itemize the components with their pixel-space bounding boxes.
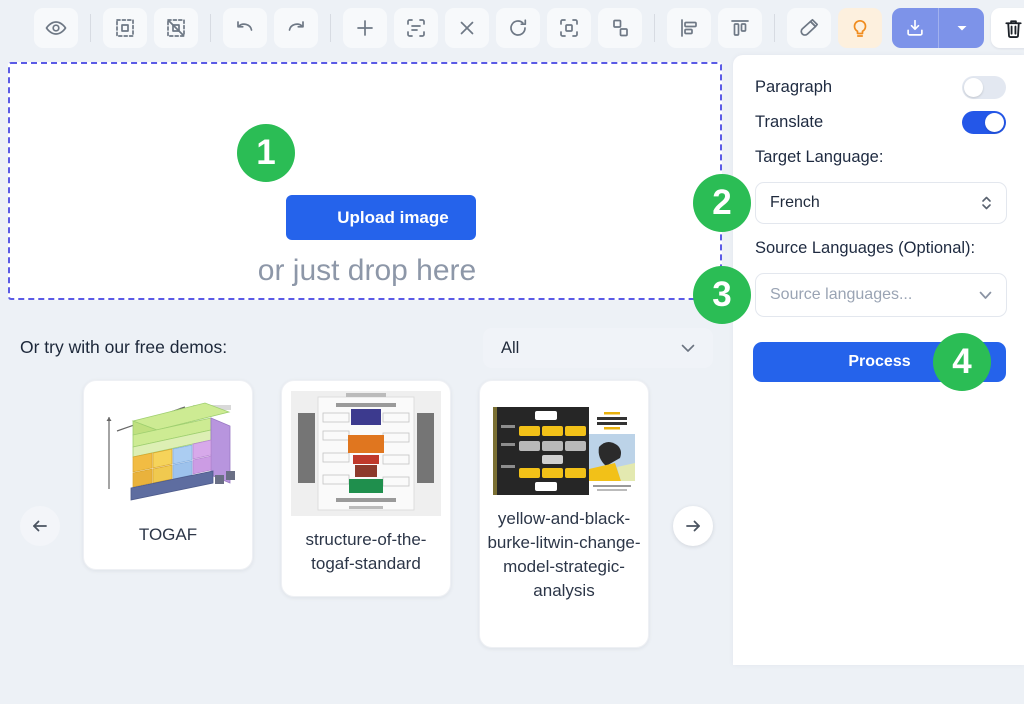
carousel-next-button[interactable] [673,506,713,546]
marquee-deselect-icon [164,16,188,40]
source-languages-label: Source Languages (Optional): [755,239,975,258]
source-languages-row: Source Languages (Optional): [755,237,1006,259]
chevron-down-icon [681,344,695,353]
remove-button[interactable] [445,8,489,48]
align-left-button[interactable] [667,8,711,48]
toolbar-divider [774,14,775,42]
demo-card-label: TOGAF [91,523,245,547]
target-language-value: French [770,194,820,212]
redo-icon [284,16,308,40]
refresh-icon [506,16,530,40]
sort-chevrons-icon [981,195,992,211]
brush-icon [797,16,821,40]
toggle-knob [964,78,983,97]
step-badge-2: 2 [693,174,751,232]
drop-hint-text: or just drop here [10,254,724,288]
demos-heading: Or try with our free demos: [20,337,227,358]
redo-button[interactable] [274,8,318,48]
align-top-icon [728,16,752,40]
delete-button[interactable] [991,8,1024,48]
demo-thumbnail-togaf [93,391,243,511]
download-button[interactable] [892,8,938,48]
eye-icon [44,16,68,40]
step-badge-1: 1 [237,124,295,182]
demo-thumbnail-togaf-structure [291,391,441,516]
scan-box-icon [557,16,581,40]
toolbar [34,7,1024,49]
target-language-row: Target Language: [755,146,1006,168]
paragraph-row: Paragraph [755,75,1006,99]
target-language-label: Target Language: [755,148,883,167]
source-languages-placeholder: Source languages... [770,286,912,304]
download-options-button[interactable] [938,8,984,48]
translate-toggle[interactable] [962,111,1006,134]
arrow-right-icon [683,516,703,536]
marquee-deselect-button[interactable] [154,8,198,48]
paragraph-toggle[interactable] [962,76,1006,99]
undo-button[interactable] [223,8,267,48]
target-language-select[interactable]: French [755,182,1007,224]
download-icon [904,17,926,39]
step-badge-4: 4 [933,333,991,391]
lightbulb-icon [848,16,872,40]
close-x-icon [455,16,479,40]
ungroup-icon [608,16,632,40]
demo-card-label: yellow-and-black-burke-litwin-change-mod… [487,507,641,604]
demo-filter-value: All [501,339,519,358]
ungroup-button[interactable] [598,8,642,48]
arrow-left-icon [30,516,50,536]
demo-filter-select[interactable]: All [483,328,713,368]
demo-thumbnail-burke-litwin [489,407,639,495]
style-brush-button[interactable] [787,8,831,48]
demo-card-label: structure-of-the-togaf-standard [289,528,443,576]
demo-card-togaf-structure[interactable]: structure-of-the-togaf-standard [281,380,451,597]
toolbar-divider [654,14,655,42]
undo-icon [233,16,257,40]
ocr-text-button[interactable] [394,8,438,48]
align-top-button[interactable] [718,8,762,48]
demo-card-togaf[interactable]: TOGAF [83,380,253,570]
demo-card-burke-litwin[interactable]: yellow-and-black-burke-litwin-change-mod… [479,380,649,648]
chevron-down-icon [979,291,992,300]
carousel-prev-button[interactable] [20,506,60,546]
scan-text-icon [404,16,428,40]
toolbar-divider [330,14,331,42]
tips-button[interactable] [838,8,882,48]
marquee-select-button[interactable] [103,8,147,48]
upload-image-button[interactable]: Upload image [286,195,476,240]
toolbar-divider [210,14,211,42]
upload-dropzone[interactable]: Upload image or just drop here [8,62,722,300]
caret-down-icon [954,20,970,36]
translate-row: Translate [755,110,1006,134]
trash-icon [1002,17,1024,40]
preview-button[interactable] [34,8,78,48]
toggle-knob [985,113,1004,132]
marquee-select-icon [113,16,137,40]
align-left-icon [677,16,701,40]
step-badge-3: 3 [693,266,751,324]
refresh-button[interactable] [496,8,540,48]
paragraph-label: Paragraph [755,78,832,97]
toolbar-divider [90,14,91,42]
source-languages-select[interactable]: Source languages... [755,273,1007,317]
plus-icon [353,16,377,40]
translate-label: Translate [755,113,823,132]
download-split-button [892,8,984,48]
add-text-button[interactable] [343,8,387,48]
ocr-area-button[interactable] [547,8,591,48]
